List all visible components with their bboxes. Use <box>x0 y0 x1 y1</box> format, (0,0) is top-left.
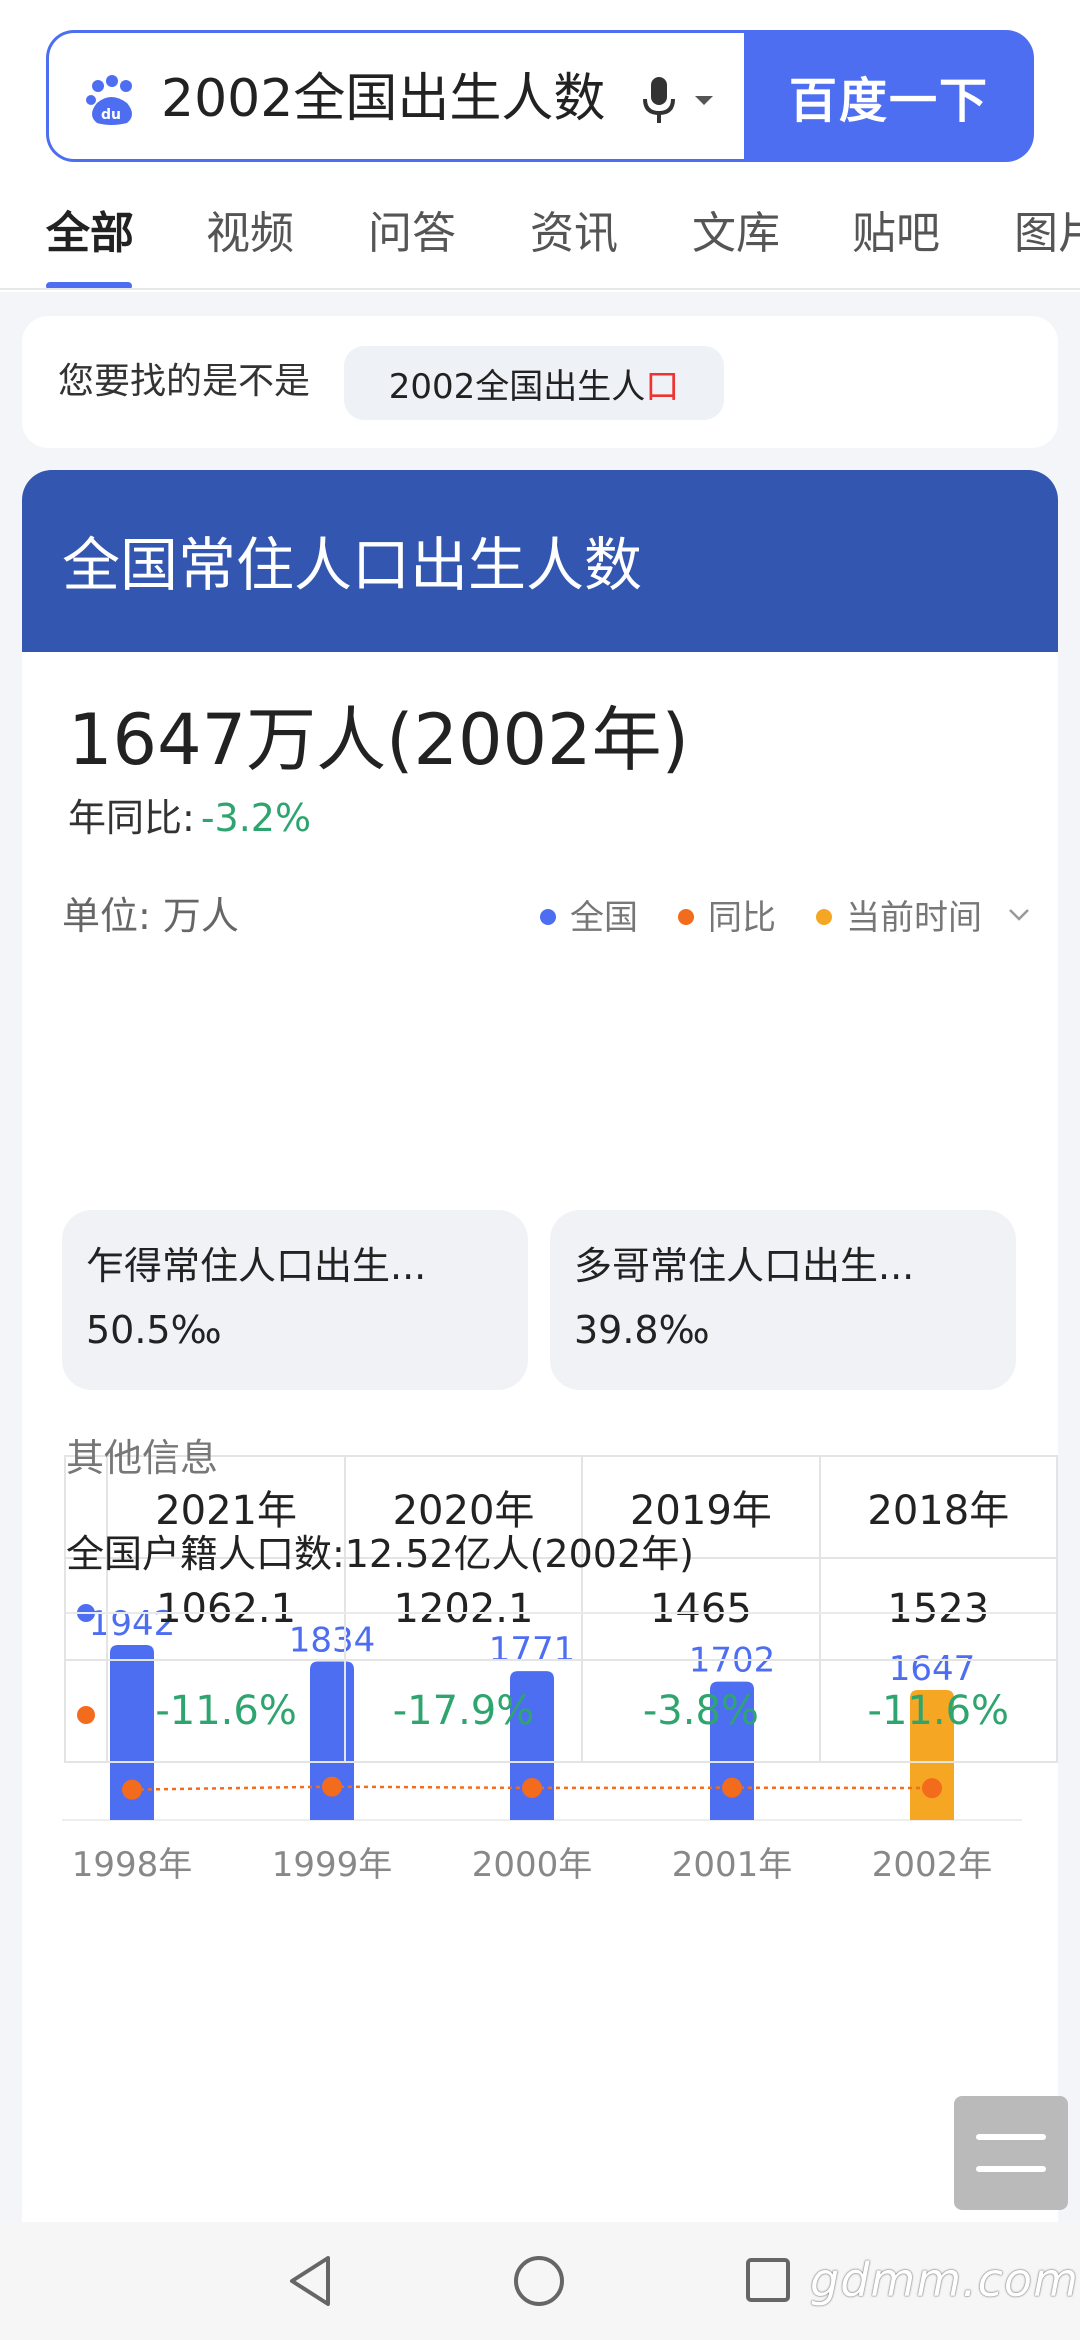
stat-card-value: 50.5‰ <box>86 1308 222 1352</box>
tab-bar: 全部 视频 问答 资讯 文库 贴吧 图片 <box>0 190 1080 290</box>
legend-item-current: 当前时间 <box>816 890 982 946</box>
home-circle-icon[interactable] <box>512 2254 566 2308</box>
stat-card-value: 39.8‰ <box>574 1308 710 1352</box>
other-info-item[interactable]: 全国户籍人口数:12.52亿人(2002年) <box>66 1526 694 1582</box>
baidu-paw-logo-icon: du <box>86 75 132 125</box>
legend-label-yoy: 同比 <box>708 898 776 938</box>
svg-text:du: du <box>101 107 121 123</box>
search-button[interactable]: 百度一下 <box>744 30 1034 162</box>
table-cell: -17.9% <box>343 1659 584 1763</box>
recent-apps-square-icon[interactable] <box>744 2256 792 2304</box>
table-cell: -3.8% <box>581 1659 821 1763</box>
chart-x-tick-label: 1998年 <box>72 1845 193 1885</box>
table-cell: -11.6% <box>818 1659 1058 1763</box>
suggestion-chip-text: 2002全国出生人 <box>388 366 646 407</box>
tab-images[interactable]: 图片 <box>1014 204 1080 264</box>
yoy-label: 年同比: <box>68 796 195 840</box>
chart-yoy-point <box>722 1777 742 1798</box>
menu-line-icon <box>976 2166 1046 2172</box>
yoy-row: 年同比: -3.2% <box>68 790 311 846</box>
table-row-yoy: -11.6% -17.9% -3.8% -11.6% <box>63 1659 1058 1763</box>
legend-item-national: 全国 <box>540 890 638 946</box>
suggestion-chip-highlight: 口 <box>645 366 680 407</box>
table-row-marker <box>63 1659 109 1763</box>
table-header-cell: 2018年 <box>818 1455 1058 1559</box>
chart-yoy-point <box>322 1776 342 1797</box>
table-cell: 1523 <box>818 1557 1058 1661</box>
search-box[interactable]: du 2002全国出生人数 <box>46 30 746 162</box>
stat-card-title: 多哥常住人口出生... <box>574 1244 915 1288</box>
stat-card-togo[interactable]: 多哥常住人口出生... 39.8‰ <box>550 1210 1016 1390</box>
unit-label: 单位: 万人 <box>62 894 239 938</box>
legend-dot-national <box>540 908 556 925</box>
tab-news[interactable]: 资讯 <box>530 204 618 264</box>
tab-all[interactable]: 全部 <box>46 204 134 264</box>
table-cell: -11.6% <box>106 1659 346 1763</box>
menu-line-icon <box>976 2134 1046 2140</box>
suggestion-card: 您要找的是不是 2002全国出生人口 <box>22 316 1058 448</box>
birth-stats-card: 全国常住人口出生人数 1647万人(2002年) 年同比: -3.2% 单位: 万… <box>22 470 1058 2230</box>
search-bar: du 2002全国出生人数 百度一下 <box>46 30 1034 162</box>
yoy-dot-icon <box>77 1706 96 1724</box>
legend-label-current: 当前时间 <box>846 898 982 938</box>
chart-x-tick-label: 1999年 <box>272 1845 393 1885</box>
chart-yoy-point <box>922 1778 942 1799</box>
tab-active-indicator <box>46 282 132 288</box>
tab-video[interactable]: 视频 <box>206 204 294 264</box>
watermark-text: gdmm.com <box>810 2253 1079 2307</box>
card-title[interactable]: 全国常住人口出生人数 <box>62 526 642 604</box>
yoy-value: -3.2% <box>200 796 312 840</box>
search-input[interactable]: 2002全国出生人数 <box>161 63 605 135</box>
other-info-heading: 其他信息 <box>66 1436 219 1480</box>
stat-card-title: 乍得常住人口出生... <box>86 1244 427 1288</box>
chart-x-tick-label: 2002年 <box>872 1845 993 1885</box>
suggestion-chip[interactable]: 2002全国出生人口 <box>344 346 724 420</box>
chart-x-tick-label: 2000年 <box>472 1845 593 1885</box>
back-triangle-icon[interactable] <box>286 2254 336 2308</box>
divider <box>66 1612 1056 1614</box>
stat-card-chad[interactable]: 乍得常住人口出生... 50.5‰ <box>62 1210 528 1390</box>
suggestion-label: 您要找的是不是 <box>58 361 311 402</box>
tab-qa[interactable]: 问答 <box>368 204 456 264</box>
chevron-down-icon[interactable] <box>1008 908 1030 922</box>
legend-item-yoy: 同比 <box>678 890 776 946</box>
chart-yoy-point <box>522 1777 542 1798</box>
headline-value: 1647万人(2002年) <box>68 699 689 781</box>
legend-label-national: 全国 <box>570 898 638 938</box>
legend-dot-current <box>816 908 832 925</box>
tab-wenku[interactable]: 文库 <box>692 204 780 264</box>
system-nav-bar: gdmm.com <box>0 2222 1080 2340</box>
chart-x-tick-label: 2001年 <box>672 1845 793 1885</box>
caret-down-icon[interactable] <box>693 93 715 107</box>
card-header: 全国常住人口出生人数 <box>22 470 1058 652</box>
legend-dot-yoy <box>678 908 694 925</box>
chart-yoy-point <box>122 1779 142 1800</box>
tab-tieba[interactable]: 贴吧 <box>852 204 940 264</box>
floating-menu-button[interactable] <box>954 2096 1068 2210</box>
microphone-icon[interactable] <box>639 75 679 127</box>
data-table: 2021年 2020年 2019年 2018年 1062.1 1202.1 14… <box>63 1455 1058 1763</box>
